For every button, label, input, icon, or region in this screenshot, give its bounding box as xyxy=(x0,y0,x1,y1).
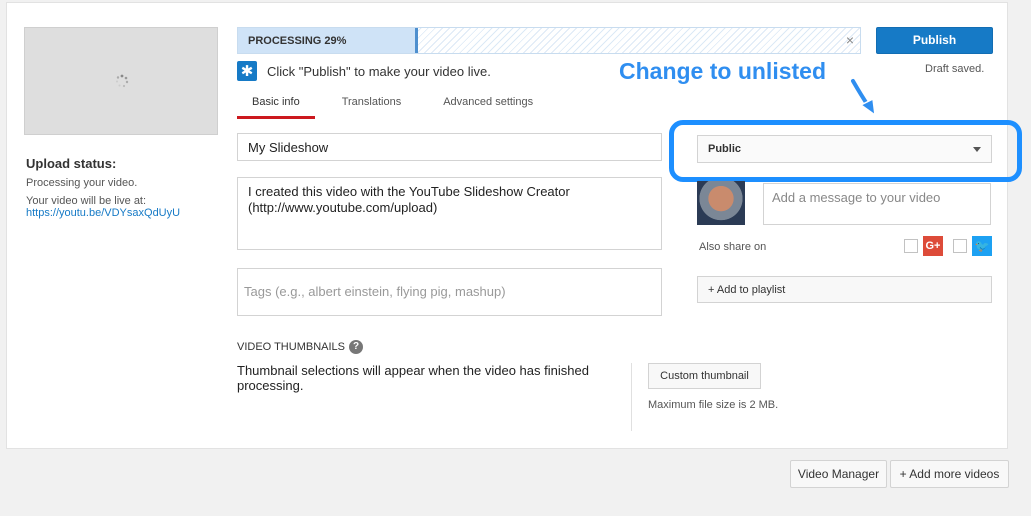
avatar xyxy=(697,181,745,225)
share-message-input[interactable]: Add a message to your video xyxy=(763,183,991,225)
tags-input[interactable]: Tags (e.g., albert einstein, flying pig,… xyxy=(237,268,662,316)
custom-thumbnail-button[interactable]: Custom thumbnail xyxy=(648,363,761,389)
tab-translations[interactable]: Translations xyxy=(327,89,417,119)
star-icon: ✱ xyxy=(237,61,257,81)
video-manager-button[interactable]: Video Manager xyxy=(790,460,887,488)
processing-progress-bar: PROCESSING 29% × xyxy=(237,27,861,54)
publish-hint: ✱ Click "Publish" to make your video liv… xyxy=(237,61,491,81)
upload-card: Upload status: Processing your video. Yo… xyxy=(6,2,1022,449)
video-thumbnail-placeholder xyxy=(24,27,218,135)
upload-status-panel: Upload status: Processing your video. Yo… xyxy=(26,156,216,219)
video-thumbnails-title: VIDEO THUMBNAILS xyxy=(237,341,345,353)
add-to-playlist-button[interactable]: + Add to playlist xyxy=(697,276,992,303)
thumbnail-info-text: Thumbnail selections will appear when th… xyxy=(237,363,589,393)
annotation-arrow-icon xyxy=(850,78,876,117)
add-more-videos-button[interactable]: + Add more videos xyxy=(890,460,1009,488)
tab-bar: Basic info Translations Advanced setting… xyxy=(237,89,560,119)
tab-basic-info[interactable]: Basic info xyxy=(237,89,315,119)
annotation-highlight-box xyxy=(669,120,1022,182)
close-icon[interactable]: × xyxy=(846,32,854,48)
progress-label: PROCESSING 29% xyxy=(248,35,347,47)
publish-button[interactable]: Publish xyxy=(876,27,993,54)
draft-status: Draft saved. xyxy=(925,63,985,75)
video-thumbnails-heading: VIDEO THUMBNAILS ? xyxy=(237,340,363,354)
title-input[interactable]: My Slideshow xyxy=(237,133,662,161)
tab-advanced-settings[interactable]: Advanced settings xyxy=(428,89,548,119)
video-link[interactable]: https://youtu.be/VDYsaxQdUyU xyxy=(26,207,216,219)
annotation-text: Change to unlisted xyxy=(619,58,826,84)
upload-status-heading: Upload status: xyxy=(26,156,117,171)
google-plus-icon: G+ xyxy=(923,236,943,256)
live-at-label: Your video will be live at: xyxy=(26,195,147,207)
divider xyxy=(631,363,632,431)
max-file-size-text: Maximum file size is 2 MB. xyxy=(648,399,779,411)
upload-status-text: Processing your video. xyxy=(26,177,138,189)
help-icon[interactable]: ? xyxy=(349,340,363,354)
description-textarea[interactable]: I created this video with the YouTube Sl… xyxy=(237,177,662,250)
twitter-checkbox[interactable] xyxy=(953,239,967,253)
gplus-checkbox[interactable] xyxy=(904,239,918,253)
loading-spinner-icon xyxy=(116,74,129,88)
twitter-icon: 🐦 xyxy=(972,236,992,256)
publish-hint-text: Click "Publish" to make your video live. xyxy=(267,63,491,79)
also-share-label: Also share on xyxy=(699,241,767,253)
